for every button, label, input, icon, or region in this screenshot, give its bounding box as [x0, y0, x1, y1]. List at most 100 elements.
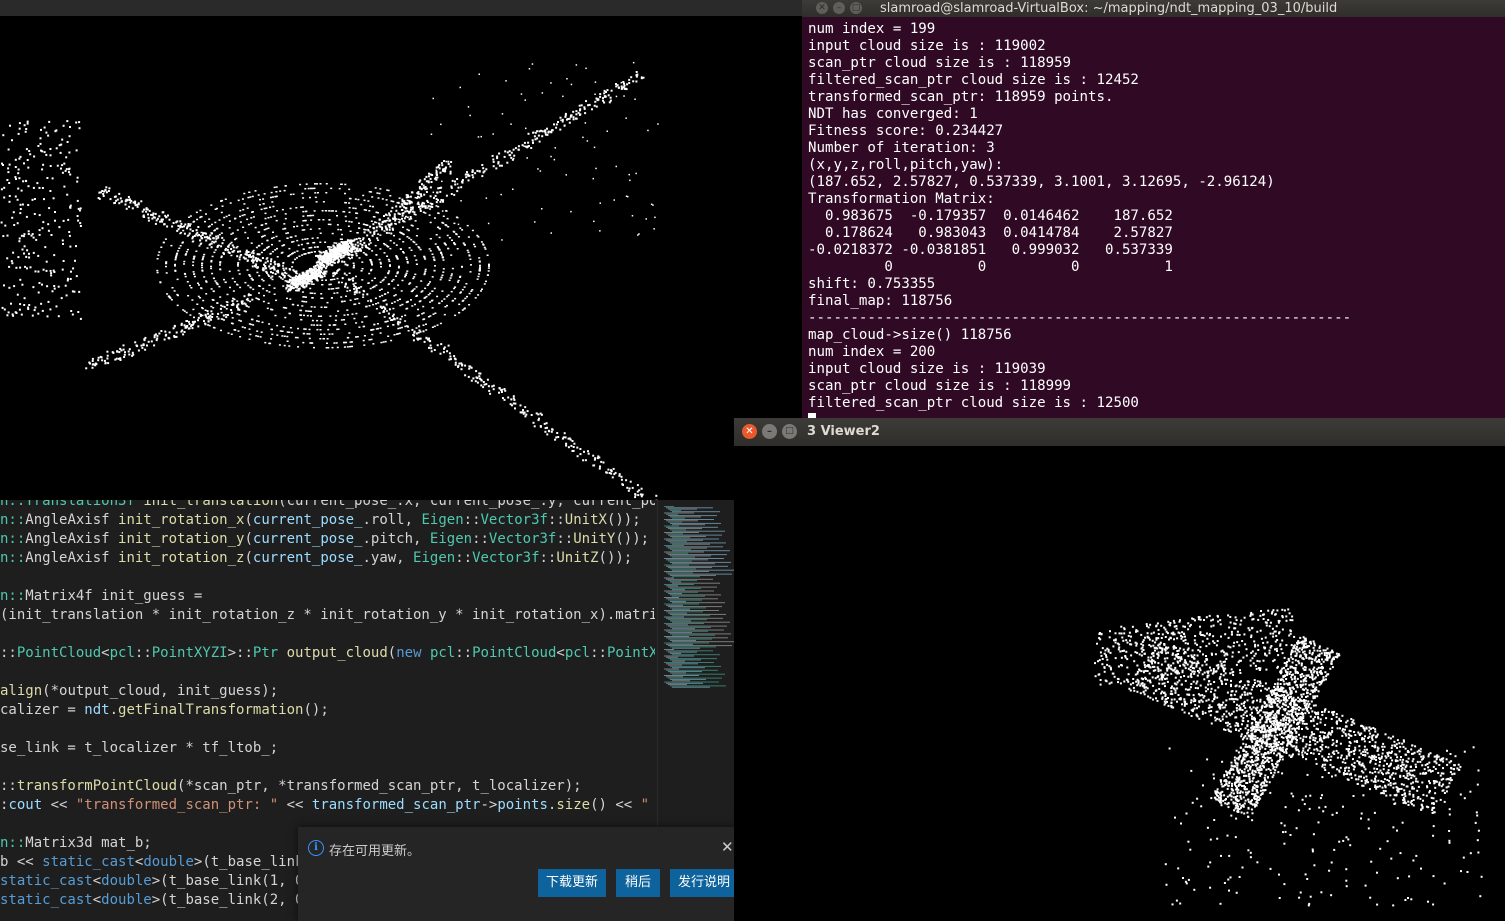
scan-point [405, 258, 408, 260]
download-update-button[interactable]: 下载更新 [538, 869, 606, 897]
scan-point [252, 255, 255, 258]
scan-point [626, 486, 629, 489]
viewer2-window[interactable]: ✕ – □ 3 Viewer2 [734, 418, 1505, 921]
scan-point [406, 270, 409, 272]
scan-point [125, 198, 128, 201]
release-notes-button[interactable]: 发行说明 [670, 869, 734, 897]
scan-point [429, 238, 432, 240]
close-icon[interactable]: ✕ [742, 424, 757, 439]
code-token: Eigen [429, 531, 473, 547]
scan-point [53, 287, 56, 290]
scan-point [427, 283, 430, 285]
scan-point [438, 302, 441, 305]
scan-point [459, 86, 461, 89]
scan-point [321, 210, 324, 212]
scan-point [232, 290, 235, 292]
map-point [1196, 654, 1199, 657]
scan-point [248, 274, 251, 276]
scan-point [244, 257, 247, 260]
code-token: UnitX [564, 512, 607, 528]
scan-point [339, 229, 342, 231]
scan-point [543, 422, 546, 425]
scan-point [388, 228, 391, 231]
map-point [1149, 681, 1152, 684]
scan-point [603, 89, 606, 92]
code-token: PointCloud [472, 645, 557, 661]
code-token: Eigen [421, 512, 464, 528]
code-editor[interactable]: n::Translation3f init_translation(curren… [0, 500, 734, 921]
map-point [1397, 764, 1400, 767]
scan-point [116, 350, 119, 353]
scan-point [489, 392, 492, 395]
terminal-window[interactable]: ✕ – □ slamroad@slamroad-VirtualBox: ~/ma… [802, 0, 1505, 418]
scan-point [482, 381, 485, 383]
scan-point [319, 274, 322, 276]
terminal-output[interactable]: num index = 199 input cloud size is : 119… [808, 21, 1503, 418]
map-point [1386, 762, 1388, 765]
scan-point [156, 269, 159, 272]
scan-point [314, 192, 317, 194]
map-point [1132, 682, 1135, 685]
scan-point [306, 242, 309, 245]
map-point [1308, 747, 1311, 750]
scan-point [550, 155, 552, 158]
scan-point [226, 314, 229, 316]
scan-point [388, 224, 391, 227]
scan-point [512, 402, 515, 405]
scan-point [407, 196, 410, 198]
scan-point [366, 234, 369, 237]
scan-point [50, 272, 53, 275]
scan-point [433, 259, 436, 262]
maximize-icon[interactable]: □ [782, 424, 797, 439]
scan-point [33, 155, 36, 158]
scan-point [501, 239, 503, 241]
map-point-cloud[interactable] [734, 446, 1505, 921]
scan-point [587, 450, 589, 453]
minimap-line [664, 662, 714, 663]
scan-point [623, 95, 625, 97]
point-cloud-viewer-scan[interactable] [0, 0, 802, 500]
scan-point [361, 244, 364, 246]
scan-point [310, 219, 313, 221]
map-point [1419, 772, 1422, 775]
close-icon[interactable]: ✕ [816, 2, 828, 14]
scan-point [264, 265, 267, 268]
scan-point [341, 277, 344, 280]
scan-point [326, 342, 328, 344]
map-point [1189, 686, 1192, 689]
scan-point [362, 289, 365, 292]
scan-point [177, 224, 180, 227]
map-point [1205, 690, 1208, 693]
scan-point [210, 204, 213, 206]
scan-point [391, 319, 393, 321]
scan-point [480, 290, 482, 292]
later-button[interactable]: 稍后 [616, 869, 660, 897]
scan-point [381, 198, 384, 200]
scan-point [165, 265, 167, 268]
minimize-icon[interactable]: – [833, 2, 845, 14]
scan-point [314, 251, 316, 253]
close-icon[interactable]: ✕ [721, 838, 734, 856]
map-point [1324, 708, 1327, 711]
scan-point [350, 221, 353, 223]
map-point [1159, 669, 1162, 672]
scan-point [45, 131, 48, 134]
minimize-icon[interactable]: – [762, 424, 777, 439]
scan-point [539, 425, 542, 428]
scan-point [36, 182, 39, 185]
map-point [1301, 754, 1304, 757]
scan-point [317, 254, 320, 257]
scan-point [368, 238, 371, 240]
scan-point [570, 83, 573, 86]
scan-point [468, 292, 471, 295]
code-token: b << [0, 854, 43, 870]
code-token: AngleAxisf [25, 531, 119, 547]
scan-point [264, 212, 267, 215]
scan-point [615, 83, 617, 85]
terminal-line: scan_ptr cloud size is : 118999 [808, 378, 1072, 394]
scan-point [367, 300, 370, 302]
map-point [1302, 749, 1305, 752]
map-point [1377, 779, 1380, 782]
maximize-icon[interactable]: □ [850, 2, 862, 14]
map-point [1146, 679, 1149, 682]
